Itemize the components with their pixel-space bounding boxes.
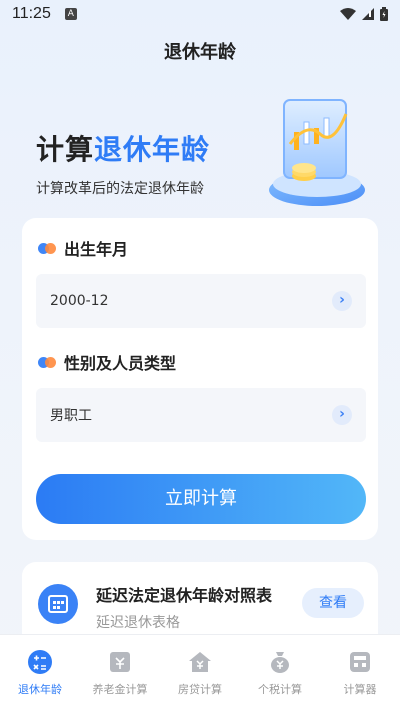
page-title: 退休年龄 [164, 42, 236, 63]
dots-icon [38, 356, 58, 368]
person-type-value: 男职工 [50, 408, 92, 424]
tab-mortgage[interactable]: 房贷计算 [160, 635, 240, 712]
house-icon [189, 652, 211, 672]
dots-icon [38, 242, 58, 254]
table-card-subtitle: 延迟退休表格 [96, 615, 180, 631]
person-type-picker[interactable]: 男职工 › [36, 388, 366, 442]
tab-label: 养老金计算 [92, 683, 148, 696]
calculator-icon [28, 650, 52, 674]
bottom-tab-bar: 退休年龄 养老金计算 房贷计算 个税计算 计算器 [0, 634, 400, 712]
tab-pension[interactable]: 养老金计算 [80, 635, 160, 712]
birth-date-picker[interactable]: 2000-12 › [36, 274, 366, 328]
status-time: 11:25 [12, 5, 51, 22]
tab-label: 房贷计算 [178, 683, 222, 696]
birth-label: 出生年月 [38, 236, 128, 260]
table-icon [38, 584, 78, 624]
tab-retirement-age[interactable]: 退休年龄 [0, 635, 80, 712]
battery-icon [380, 7, 388, 21]
pension-icon [110, 652, 130, 672]
tab-label: 个税计算 [258, 683, 302, 696]
money-bag-icon [271, 652, 289, 673]
chevron-right-icon: › [332, 291, 352, 311]
notification-badge: A [64, 8, 77, 20]
hero-title-plain: 计算 [36, 133, 95, 166]
view-button[interactable]: 查看 [302, 588, 364, 618]
status-icons [340, 7, 388, 21]
tab-label: 计算器 [343, 683, 377, 696]
type-label-text: 性别及人员类型 [64, 354, 177, 373]
hero-title: 计算退休年龄 [36, 128, 210, 168]
type-label: 性别及人员类型 [38, 350, 176, 374]
birth-date-value: 2000-12 [50, 293, 109, 309]
calculator-grid-icon [350, 652, 370, 672]
hero-subtitle: 计算改革后的法定退休年龄 [36, 181, 204, 197]
chevron-right-icon: › [332, 405, 352, 425]
signal-icon [362, 8, 374, 20]
hero-title-accent: 退休年龄 [94, 133, 211, 166]
birth-label-text: 出生年月 [64, 240, 129, 259]
tab-label: 退休年龄 [18, 683, 62, 696]
table-card-title: 延迟法定退休年龄对照表 [96, 586, 273, 605]
tab-tax[interactable]: 个税计算 [240, 635, 320, 712]
calculate-button[interactable]: 立即计算 [36, 474, 366, 524]
status-bar: 11:25 A [0, 0, 400, 28]
wifi-icon [340, 8, 356, 20]
tab-calculator[interactable]: 计算器 [320, 635, 400, 712]
retirement-form-card: 出生年月 2000-12 › 性别及人员类型 男职工 › 立即计算 [22, 218, 378, 540]
chart-illustration-icon [269, 99, 365, 206]
